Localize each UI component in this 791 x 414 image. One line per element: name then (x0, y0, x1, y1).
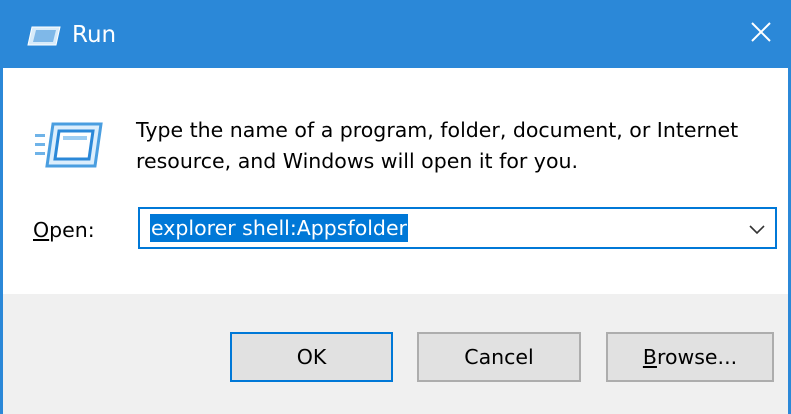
run-program-icon (35, 120, 105, 170)
open-label: Open: (33, 218, 95, 242)
cancel-button[interactable]: Cancel (417, 332, 581, 382)
close-button[interactable] (731, 0, 788, 68)
run-icon (26, 25, 62, 47)
dialog-footer: OK Cancel Browse... (3, 294, 788, 414)
window-title: Run (72, 22, 117, 48)
dialog-description: Type the name of a program, folder, docu… (136, 118, 739, 173)
run-dialog: Run Type the name of a program, folder, … (0, 0, 791, 414)
close-icon (750, 21, 772, 47)
title-bar[interactable]: Run (3, 0, 788, 68)
dropdown-button[interactable] (745, 217, 769, 241)
open-input[interactable]: explorer shell:Appsfolder (150, 214, 408, 242)
chevron-down-icon (749, 220, 765, 239)
browse-button[interactable]: Browse... (606, 332, 774, 382)
ok-button[interactable]: OK (230, 332, 393, 382)
open-combobox[interactable]: explorer shell:Appsfolder (138, 207, 777, 249)
dialog-content: Type the name of a program, folder, docu… (3, 68, 788, 294)
